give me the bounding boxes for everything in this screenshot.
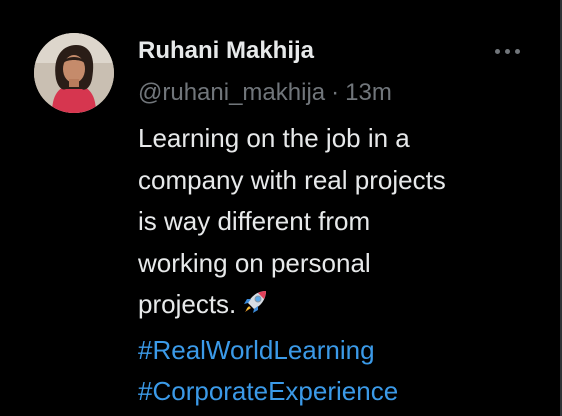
tweet-text-line: Learning on the job in a [138,123,410,153]
ellipsis-horizontal-icon [492,48,522,54]
avatar[interactable] [34,33,114,113]
tweet-text-line: company with real projects [138,164,446,195]
tweet-card[interactable]: Ruhani Makhija @ruhani_makhija · 13m Learn… [0,0,562,416]
tweet-timestamp[interactable]: 13m [345,79,392,106]
rocket-icon [240,287,270,330]
author-handle[interactable]: @ruhani_makhija [138,79,325,106]
tweet-text-line: projects. [138,289,237,319]
profile-photo-icon [34,33,114,113]
tweet-text-line: working on personal [138,247,371,278]
tweet-meta: @ruhani_makhija · 13m [138,78,392,108]
tweet-text-line: is way different from [138,206,371,236]
hashtag-link[interactable]: #RealWorldLearning [138,330,538,372]
hashtag-link[interactable]: #CorporateExperience [138,371,538,413]
meta-separator: · [331,79,340,106]
author-name[interactable]: Ruhani Makhija [138,36,314,66]
more-options-button[interactable] [488,38,526,64]
tweet-text-last-line: projects. [138,284,538,330]
tweet-text: Learning on the job in a company with re… [138,118,538,413]
